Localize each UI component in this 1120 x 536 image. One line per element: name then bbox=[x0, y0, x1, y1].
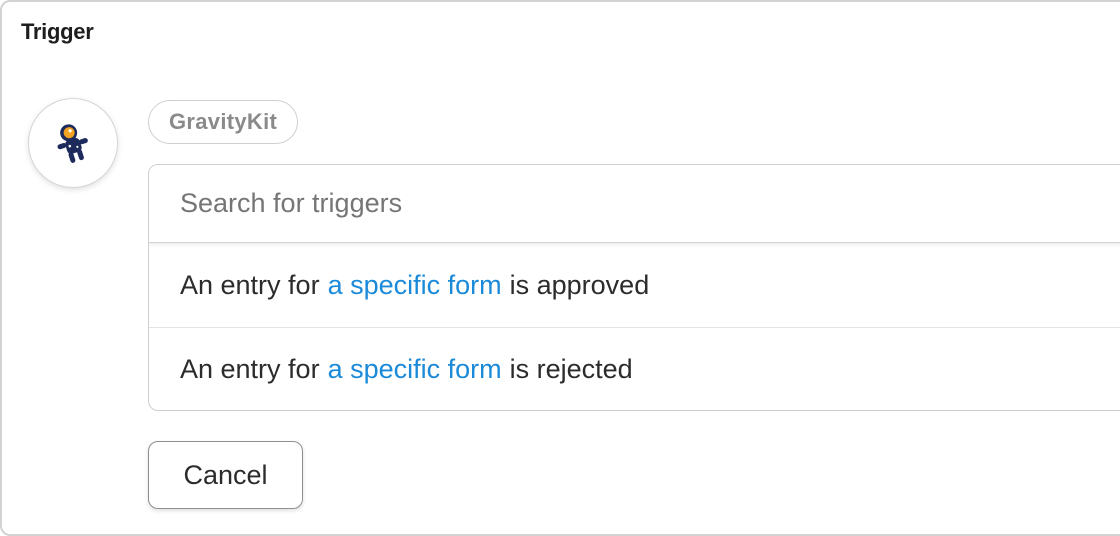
panel-title: Trigger bbox=[21, 19, 94, 44]
option-suffix: is rejected bbox=[509, 354, 633, 384]
app-avatar bbox=[28, 98, 118, 188]
search-input[interactable] bbox=[180, 188, 1080, 219]
search-row bbox=[149, 165, 1120, 243]
trigger-dropdown: An entry for a specific form is approved… bbox=[148, 164, 1120, 411]
option-prefix: An entry for bbox=[180, 354, 320, 384]
trigger-option-approved[interactable]: An entry for a specific form is approved bbox=[149, 243, 1120, 327]
option-prefix: An entry for bbox=[180, 269, 320, 300]
specific-form-link[interactable]: a specific form bbox=[328, 354, 502, 385]
trigger-option-rejected[interactable]: An entry for a specific form is rejected bbox=[149, 327, 1120, 410]
option-suffix: is approved bbox=[509, 269, 650, 300]
cancel-button[interactable]: Cancel bbox=[148, 441, 303, 509]
trigger-panel: Trigger GravityKit An entry for a spec bbox=[0, 0, 1120, 536]
astronaut-icon bbox=[57, 124, 88, 163]
app-chip[interactable]: GravityKit bbox=[148, 100, 299, 144]
specific-form-link[interactable]: a specific form bbox=[328, 270, 502, 301]
